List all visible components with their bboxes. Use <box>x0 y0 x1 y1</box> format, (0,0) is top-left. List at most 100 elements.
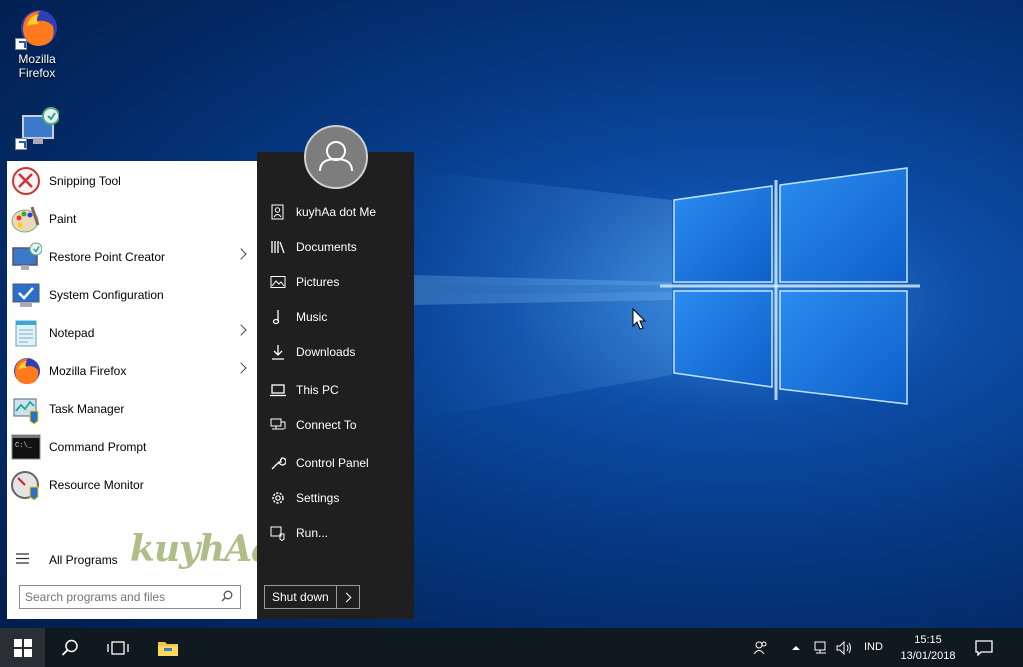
place-label: Music <box>296 310 328 324</box>
wrench-icon <box>268 453 288 473</box>
folder-icon <box>158 641 178 656</box>
task-manager-icon <box>10 393 42 425</box>
show-hidden-icons-button[interactable] <box>788 628 804 667</box>
start-button[interactable] <box>0 628 45 667</box>
task-view-icon <box>107 640 129 655</box>
file-explorer-button[interactable] <box>148 628 188 667</box>
chevron-up-icon <box>792 645 800 650</box>
music-icon <box>268 307 288 327</box>
chevron-right-icon[interactable] <box>235 362 247 374</box>
scissors-icon <box>10 165 42 197</box>
volume-button[interactable] <box>834 628 856 667</box>
program-item-resource-monitor[interactable]: Resource Monitor <box>7 466 257 504</box>
place-item-documents[interactable]: Documents <box>257 230 414 264</box>
notification-icon <box>975 639 993 656</box>
paint-palette-icon <box>10 203 42 235</box>
place-item-connect-to[interactable]: Connect To <box>257 408 414 442</box>
cmd-icon: C:\_ <box>10 431 42 463</box>
place-item-settings[interactable]: Settings <box>257 481 414 515</box>
place-item-pictures[interactable]: Pictures <box>257 265 414 299</box>
program-item-command-prompt[interactable]: C:\_ Command Prompt <box>7 428 257 466</box>
list-icon <box>16 553 29 567</box>
chevron-right-icon[interactable] <box>235 248 247 260</box>
user-icon <box>268 202 288 222</box>
network-tray-button[interactable] <box>810 628 832 667</box>
desktop-icon-label: Firefox <box>18 66 56 80</box>
program-item-mozilla-firefox[interactable]: Mozilla Firefox <box>7 352 257 390</box>
taskbar-clock[interactable]: 15:15 13/01/2018 <box>888 632 968 664</box>
firefox-icon <box>15 6 59 50</box>
clock-date: 13/01/2018 <box>900 650 956 662</box>
program-item-snipping-tool[interactable]: Snipping Tool <box>7 162 257 200</box>
network-icon <box>268 415 288 435</box>
input-language-indicator[interactable]: IND <box>864 641 883 653</box>
place-label: Settings <box>296 491 340 505</box>
program-label: Restore Point Creator <box>49 250 166 264</box>
place-item-run[interactable]: Run... <box>257 516 414 550</box>
shutdown-control: Shut down <box>264 585 360 609</box>
user-avatar[interactable] <box>304 125 368 189</box>
system-config-icon <box>10 279 42 311</box>
shutdown-options-chevron-icon[interactable] <box>337 586 359 608</box>
program-item-task-manager[interactable]: Task Manager <box>7 390 257 428</box>
place-label: Documents <box>296 240 357 254</box>
search-box[interactable] <box>19 585 241 609</box>
run-icon <box>268 523 288 543</box>
shutdown-button[interactable]: Shut down <box>265 586 337 608</box>
people-button[interactable] <box>748 628 774 667</box>
place-item-user[interactable]: kuyhAa dot Me <box>257 195 414 229</box>
place-label: kuyhAa dot Me <box>296 205 377 219</box>
program-label: Resource Monitor <box>49 478 144 492</box>
place-label: Pictures <box>296 275 340 289</box>
all-programs-label: All Programs <box>49 553 118 567</box>
desktop-icon-restore-point[interactable] <box>1 106 73 152</box>
firefox-icon <box>10 355 42 387</box>
taskbar-search-button[interactable] <box>50 628 90 667</box>
speaker-icon <box>836 640 851 655</box>
gear-icon <box>268 488 288 508</box>
program-label: Paint <box>49 212 77 226</box>
computer-icon <box>268 380 288 400</box>
taskbar: IND 15:15 13/01/2018 <box>0 628 1023 667</box>
clock-time: 15:15 <box>914 634 942 646</box>
place-label: This PC <box>296 383 339 397</box>
program-label: Notepad <box>49 326 95 340</box>
download-icon <box>268 342 288 362</box>
place-item-music[interactable]: Music <box>257 300 414 334</box>
windows-logo-icon <box>13 638 32 657</box>
task-view-button[interactable] <box>98 628 138 667</box>
place-item-control-panel[interactable]: Control Panel <box>257 446 414 480</box>
desktop-icon-label: Mozilla <box>18 52 56 66</box>
place-label: Downloads <box>296 345 356 359</box>
place-label: Control Panel <box>296 456 369 470</box>
program-item-paint[interactable]: Paint <box>7 200 257 238</box>
svg-text:C:\_: C:\_ <box>15 442 33 450</box>
restore-point-icon <box>10 241 43 273</box>
program-label: Command Prompt <box>49 440 147 454</box>
program-item-system-configuration[interactable]: System Configuration <box>7 276 257 314</box>
search-icon[interactable] <box>221 590 233 605</box>
pictures-icon <box>268 272 288 292</box>
network-icon <box>814 641 826 653</box>
chevron-right-icon[interactable] <box>235 324 247 336</box>
search-input[interactable] <box>20 590 210 604</box>
action-center-button[interactable] <box>970 628 998 667</box>
program-item-notepad[interactable]: Notepad <box>7 314 257 352</box>
people-icon <box>753 641 767 654</box>
program-label: Mozilla Firefox <box>49 364 127 378</box>
notepad-icon <box>10 317 42 349</box>
program-label: Snipping Tool <box>49 174 121 188</box>
program-label: Task Manager <box>49 402 125 416</box>
place-label: Run... <box>296 526 329 540</box>
documents-icon <box>268 237 288 257</box>
desktop-icon-firefox[interactable]: Mozilla Firefox <box>1 6 73 80</box>
restore-point-icon <box>15 106 60 150</box>
place-item-this-pc[interactable]: This PC <box>257 373 414 407</box>
resource-monitor-icon <box>10 469 42 501</box>
place-label: Connect To <box>296 418 357 432</box>
place-item-downloads[interactable]: Downloads <box>257 335 414 369</box>
user-avatar-icon <box>319 141 353 172</box>
search-icon <box>61 639 78 656</box>
program-label: System Configuration <box>49 288 164 302</box>
program-item-restore-point-creator[interactable]: Restore Point Creator <box>7 238 257 276</box>
